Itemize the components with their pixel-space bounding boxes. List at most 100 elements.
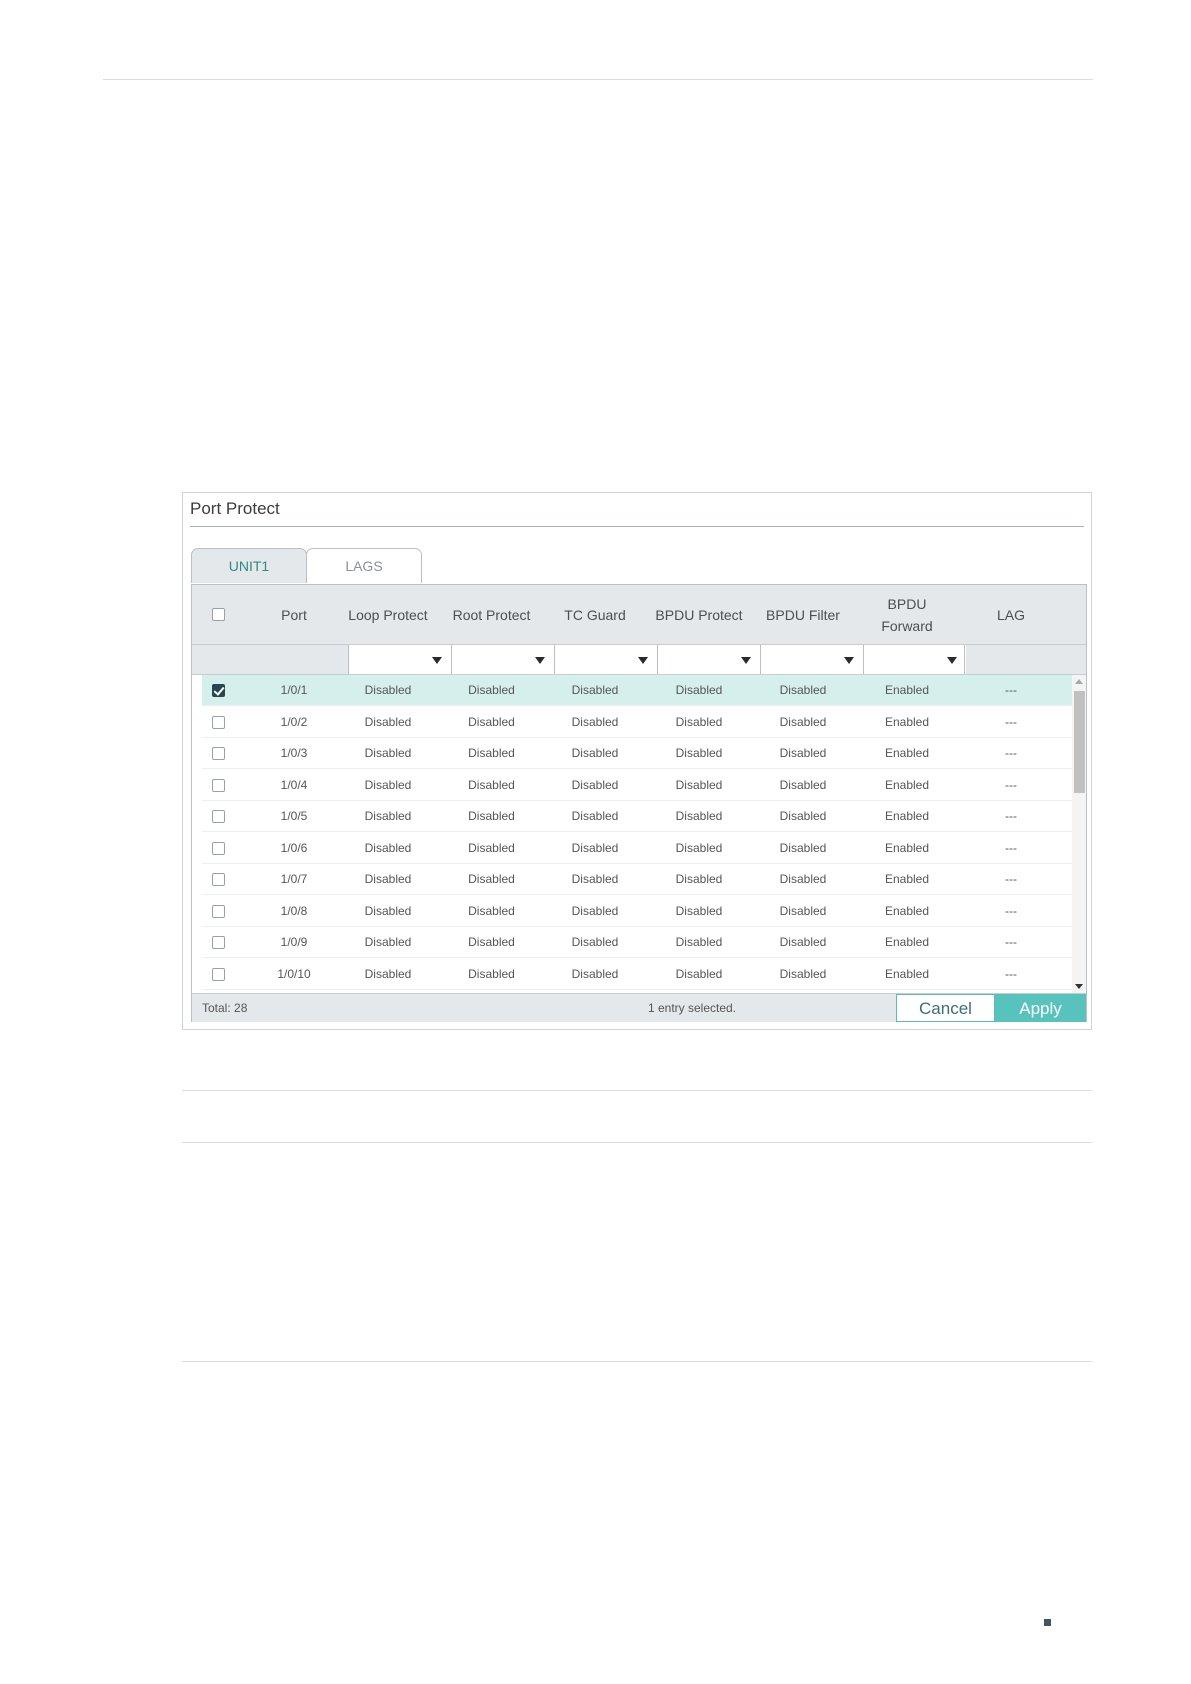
tab-unit1[interactable]: UNIT1: [191, 548, 307, 583]
scroll-down-arrow-icon[interactable]: [1075, 984, 1083, 989]
bpdu-filter-cell: Disabled: [779, 746, 827, 760]
loop-protect-cell: Disabled: [364, 809, 412, 823]
root-protect-cell: Disabled: [468, 935, 515, 949]
bpdu-protect-cell: Disabled: [675, 714, 723, 729]
bpdu-forward-header-line1: BPDU: [887, 595, 927, 612]
tc-guard-cell: Disabled: [571, 714, 619, 729]
port-cell: 1/0/9: [280, 935, 308, 949]
loop-protect-cell: Disabled: [364, 903, 412, 918]
table-row[interactable]: 1/0/2 Disabled Disabled Disabled Disabled Dis…: [202, 707, 1072, 738]
row-checkbox[interactable]: [212, 747, 225, 760]
column-header-bpdu-filter: BPDU Filter: [766, 606, 840, 623]
bpdu-filter-cell: Disabled: [779, 809, 827, 823]
column-header-port: Port: [281, 606, 307, 623]
row-checkbox[interactable]: [212, 936, 225, 949]
lag-cell: ---: [1005, 683, 1017, 697]
root-protect-cell: Disabled: [468, 777, 515, 792]
root-protect-cell: Disabled: [468, 872, 515, 886]
scroll-thumb[interactable]: [1074, 691, 1085, 793]
table-row[interactable]: 1/0/8 Disabled Disabled Disabled Disabled Dis…: [202, 896, 1072, 927]
chevron-down-icon: [535, 657, 545, 664]
row-checkbox[interactable]: [212, 810, 225, 823]
port-cell: 1/0/7: [280, 872, 308, 886]
bpdu-forward-cell: Enabled: [884, 935, 930, 949]
bpdu-protect-cell: Disabled: [675, 809, 723, 823]
root-protect-cell: Disabled: [468, 840, 515, 855]
bpdu-filter-filter-select[interactable]: [760, 645, 863, 674]
column-header-bpdu-forward: BPDU Forward: [855, 585, 959, 644]
tc-guard-cell: Disabled: [571, 746, 619, 760]
bpdu-filter-cell: Disabled: [779, 777, 827, 792]
port-cell: 1/0/5: [280, 809, 308, 823]
table-row[interactable]: 1/0/9 Disabled Disabled Disabled Disabled Dis…: [202, 927, 1072, 958]
table-row[interactable]: 1/0/3 Disabled Disabled Disabled Disabled Dis…: [202, 738, 1072, 769]
chevron-down-icon: [844, 657, 854, 664]
row-checkbox[interactable]: [212, 684, 225, 697]
port-cell: 1/0/6: [280, 840, 308, 855]
port-cell: 1/0/10: [277, 966, 311, 981]
tc-guard-filter-select[interactable]: [554, 645, 657, 674]
root-protect-filter-select[interactable]: [451, 645, 554, 674]
bpdu-forward-cell: Enabled: [884, 840, 930, 855]
row-checkbox[interactable]: [212, 778, 225, 792]
loop-protect-cell: Disabled: [364, 935, 412, 949]
tc-guard-cell: Disabled: [571, 809, 619, 823]
lag-cell: ---: [1005, 872, 1017, 886]
port-cell: 1/0/2: [280, 714, 308, 729]
lag-cell: ---: [1005, 966, 1017, 981]
cancel-button[interactable]: Cancel: [896, 994, 995, 1022]
chevron-down-icon: [741, 657, 751, 664]
row-checkbox[interactable]: [212, 873, 225, 886]
root-protect-cell: Disabled: [468, 683, 515, 697]
port-protect-table: Port Loop Protect Root Protect TC Guard …: [191, 584, 1087, 1022]
bpdu-protect-cell: Disabled: [675, 840, 723, 855]
selection-status: 1 entry selected.: [647, 1001, 737, 1015]
column-header-tc-guard: TC Guard: [564, 606, 626, 623]
panel-title-rule: [190, 526, 1084, 527]
bpdu-protect-filter-select[interactable]: [657, 645, 760, 674]
loop-protect-filter-select[interactable]: [348, 645, 451, 674]
table-row[interactable]: 1/0/5 Disabled Disabled Disabled Disabled Dis…: [202, 801, 1072, 832]
table-row[interactable]: 1/0/4 Disabled Disabled Disabled Disabled Dis…: [202, 770, 1072, 801]
root-protect-cell: Disabled: [468, 746, 515, 760]
loop-protect-cell: Disabled: [364, 683, 412, 697]
bpdu-forward-cell: Enabled: [884, 966, 930, 981]
port-cell: 1/0/3: [280, 746, 308, 760]
root-protect-cell: Disabled: [468, 714, 515, 729]
bpdu-filter-cell: Disabled: [779, 872, 827, 886]
table-scrollbar[interactable]: [1072, 675, 1086, 993]
scroll-up-arrow-icon[interactable]: [1075, 679, 1083, 684]
bpdu-forward-cell: Enabled: [884, 714, 930, 729]
bpdu-filter-cell: Disabled: [779, 935, 827, 949]
select-all-checkbox[interactable]: [212, 608, 225, 621]
table-row[interactable]: 1/0/6 Disabled Disabled Disabled Disabled Dis…: [202, 833, 1072, 864]
tab-lags[interactable]: LAGS: [306, 548, 422, 583]
table-row[interactable]: 1/0/7 Disabled Disabled Disabled Disabled Dis…: [202, 864, 1072, 895]
filter-row: [192, 645, 1086, 675]
bpdu-forward-cell: Enabled: [884, 683, 930, 697]
table-row[interactable]: 1/0/1 Disabled Disabled Disabled Disabled Dis…: [202, 675, 1072, 706]
bpdu-protect-cell: Disabled: [675, 903, 723, 918]
bpdu-forward-cell: Enabled: [884, 903, 930, 918]
port-cell: 1/0/1: [280, 683, 308, 697]
row-checkbox[interactable]: [212, 904, 225, 918]
bpdu-filter-cell: Disabled: [779, 903, 827, 918]
column-header-lag: LAG: [996, 606, 1025, 623]
bpdu-filter-cell: Disabled: [779, 714, 827, 729]
table-row[interactable]: 1/0/10 Disabled Disabled Disabled Disabled Di…: [202, 959, 1072, 990]
bpdu-protect-cell: Disabled: [675, 935, 723, 949]
row-checkbox[interactable]: [212, 967, 225, 981]
root-protect-cell: Disabled: [468, 903, 515, 918]
port-cell: 1/0/4: [280, 777, 308, 792]
column-header-root-protect: Root Protect: [452, 606, 531, 623]
apply-button[interactable]: Apply: [995, 994, 1086, 1022]
lag-cell: ---: [1005, 714, 1017, 729]
divider-rule: [182, 1361, 1092, 1362]
total-count: Total: 28: [202, 1001, 248, 1015]
panel-title: Port Protect: [190, 499, 280, 518]
chevron-down-icon: [638, 657, 648, 664]
bpdu-forward-filter-select[interactable]: [863, 645, 966, 674]
row-checkbox[interactable]: [212, 715, 225, 729]
row-checkbox[interactable]: [212, 841, 225, 855]
tc-guard-cell: Disabled: [571, 935, 619, 949]
